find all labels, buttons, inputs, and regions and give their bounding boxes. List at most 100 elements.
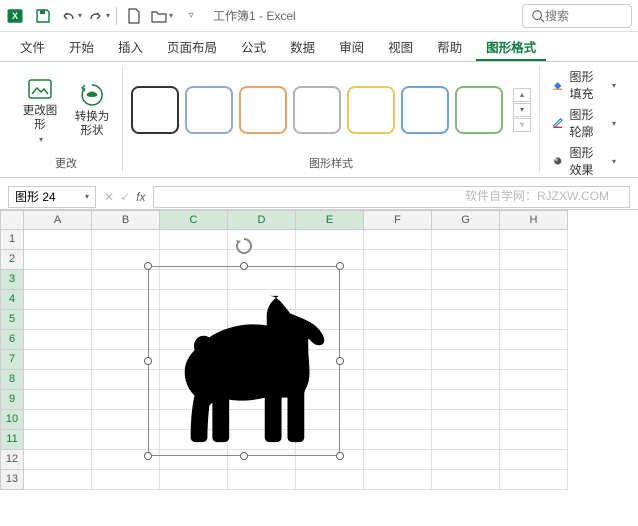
undo-button[interactable]: ▾ bbox=[58, 3, 84, 29]
spreadsheet-grid[interactable]: A B C D E F G H 12345678910111213 bbox=[0, 210, 638, 526]
col-header-C[interactable]: C bbox=[160, 210, 228, 230]
tab-help[interactable]: 帮助 bbox=[427, 31, 472, 61]
cell[interactable] bbox=[24, 250, 92, 270]
style-swatch-7[interactable] bbox=[455, 86, 503, 134]
cell[interactable] bbox=[364, 250, 432, 270]
cell[interactable] bbox=[24, 330, 92, 350]
cell[interactable] bbox=[500, 330, 568, 350]
cell[interactable] bbox=[364, 370, 432, 390]
cell[interactable] bbox=[432, 290, 500, 310]
cell[interactable] bbox=[432, 330, 500, 350]
row-header-13[interactable]: 13 bbox=[0, 470, 24, 490]
open-file-button[interactable]: ▾ bbox=[149, 3, 175, 29]
cell[interactable] bbox=[364, 470, 432, 490]
cell[interactable] bbox=[24, 370, 92, 390]
save-button[interactable] bbox=[30, 3, 56, 29]
row-header-1[interactable]: 1 bbox=[0, 230, 24, 250]
cell[interactable] bbox=[500, 470, 568, 490]
style-swatch-3[interactable] bbox=[239, 86, 287, 134]
cell[interactable] bbox=[432, 250, 500, 270]
search-input[interactable] bbox=[545, 9, 615, 23]
cell[interactable] bbox=[500, 350, 568, 370]
cell[interactable] bbox=[24, 270, 92, 290]
cell[interactable] bbox=[364, 350, 432, 370]
formula-input[interactable]: 软件自学网：RJZXW.COM bbox=[153, 186, 630, 208]
cell[interactable] bbox=[432, 430, 500, 450]
row-header-2[interactable]: 2 bbox=[0, 250, 24, 270]
graphic-outline-button[interactable]: 图形轮廓▾ bbox=[552, 106, 616, 140]
row-header-11[interactable]: 11 bbox=[0, 430, 24, 450]
cell[interactable] bbox=[364, 310, 432, 330]
fx-icon[interactable]: fx bbox=[136, 190, 145, 204]
resize-handle-top-middle[interactable] bbox=[240, 262, 248, 270]
graphic-fill-button[interactable]: 图形填充▾ bbox=[552, 68, 616, 102]
style-swatch-5[interactable] bbox=[347, 86, 395, 134]
horse-icon[interactable] bbox=[160, 290, 328, 445]
tab-insert[interactable]: 插入 bbox=[108, 31, 153, 61]
cell[interactable] bbox=[432, 230, 500, 250]
col-header-F[interactable]: F bbox=[364, 210, 432, 230]
graphic-effects-button[interactable]: 图形效果▾ bbox=[552, 144, 616, 178]
cell[interactable] bbox=[500, 370, 568, 390]
col-header-H[interactable]: H bbox=[500, 210, 568, 230]
rotate-handle-icon[interactable] bbox=[234, 236, 254, 261]
tab-graphics-format[interactable]: 图形格式 bbox=[476, 31, 546, 61]
row-header-9[interactable]: 9 bbox=[0, 390, 24, 410]
name-box[interactable]: 图形 24 ▾ bbox=[8, 186, 96, 208]
cell[interactable] bbox=[500, 310, 568, 330]
cell[interactable] bbox=[432, 370, 500, 390]
cell[interactable] bbox=[500, 270, 568, 290]
resize-handle-bottom-middle[interactable] bbox=[240, 452, 248, 460]
col-header-A[interactable]: A bbox=[24, 210, 92, 230]
cell[interactable] bbox=[432, 450, 500, 470]
qat-customize-button[interactable]: ▿ bbox=[177, 3, 203, 29]
cell[interactable] bbox=[24, 410, 92, 430]
cell[interactable] bbox=[432, 470, 500, 490]
tab-data[interactable]: 数据 bbox=[280, 31, 325, 61]
row-header-10[interactable]: 10 bbox=[0, 410, 24, 430]
gallery-scroll-up[interactable]: ▴ bbox=[513, 88, 531, 102]
cell[interactable] bbox=[24, 430, 92, 450]
cell[interactable] bbox=[432, 410, 500, 430]
resize-handle-top-left[interactable] bbox=[144, 262, 152, 270]
cell[interactable] bbox=[432, 310, 500, 330]
cell[interactable] bbox=[92, 230, 160, 250]
redo-button[interactable]: ▾ bbox=[86, 3, 112, 29]
cell[interactable] bbox=[364, 290, 432, 310]
tab-file[interactable]: 文件 bbox=[10, 31, 55, 61]
cell[interactable] bbox=[296, 470, 364, 490]
cell[interactable] bbox=[500, 390, 568, 410]
cell[interactable] bbox=[432, 270, 500, 290]
cell[interactable] bbox=[24, 310, 92, 330]
cell[interactable] bbox=[24, 290, 92, 310]
resize-handle-bottom-right[interactable] bbox=[336, 452, 344, 460]
gallery-expand[interactable]: ▿ bbox=[513, 118, 531, 132]
cell[interactable] bbox=[500, 230, 568, 250]
new-file-button[interactable] bbox=[121, 3, 147, 29]
cell[interactable] bbox=[160, 230, 228, 250]
row-header-6[interactable]: 6 bbox=[0, 330, 24, 350]
cell[interactable] bbox=[364, 430, 432, 450]
cell[interactable] bbox=[24, 450, 92, 470]
tab-formulas[interactable]: 公式 bbox=[231, 31, 276, 61]
cell[interactable] bbox=[500, 410, 568, 430]
cell[interactable] bbox=[364, 390, 432, 410]
cell[interactable] bbox=[500, 430, 568, 450]
cell[interactable] bbox=[500, 290, 568, 310]
row-header-3[interactable]: 3 bbox=[0, 270, 24, 290]
cell[interactable] bbox=[432, 350, 500, 370]
cell[interactable] bbox=[500, 450, 568, 470]
selected-shape-frame[interactable] bbox=[148, 266, 340, 456]
tab-view[interactable]: 视图 bbox=[378, 31, 423, 61]
cell[interactable] bbox=[364, 230, 432, 250]
style-swatch-4[interactable] bbox=[293, 86, 341, 134]
row-header-12[interactable]: 12 bbox=[0, 450, 24, 470]
cell[interactable] bbox=[24, 230, 92, 250]
row-header-4[interactable]: 4 bbox=[0, 290, 24, 310]
change-graphic-button[interactable]: 更改图形▾ bbox=[18, 71, 62, 148]
tab-review[interactable]: 审阅 bbox=[329, 31, 374, 61]
convert-to-shape-button[interactable]: 转换为形状 bbox=[70, 77, 114, 143]
gallery-scroll-down[interactable]: ▾ bbox=[513, 103, 531, 117]
cell[interactable] bbox=[364, 330, 432, 350]
cell[interactable] bbox=[364, 410, 432, 430]
